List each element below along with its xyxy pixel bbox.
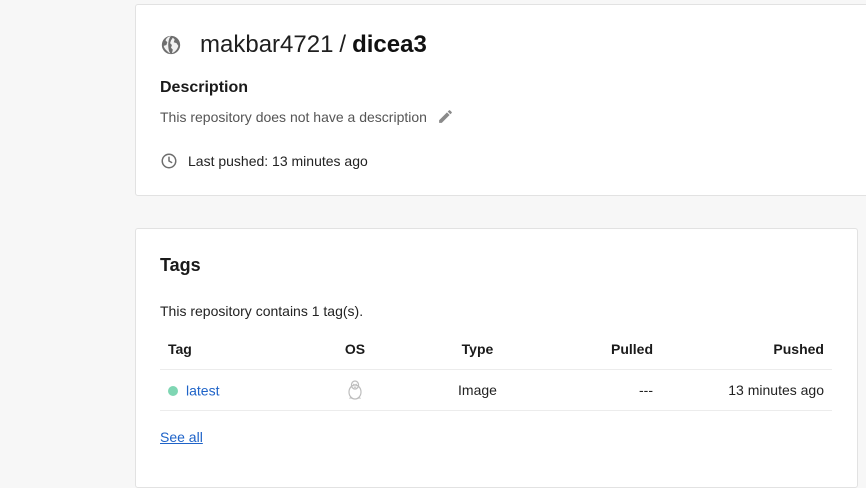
linux-icon <box>347 380 363 400</box>
table-row: latest Image --- 13 minutes ago <box>160 369 832 411</box>
tag-link-latest[interactable]: latest <box>186 383 219 399</box>
repository-name: dicea3 <box>352 31 427 58</box>
tags-summary: This repository contains 1 tag(s). <box>160 303 364 319</box>
tag-cell: latest <box>160 369 288 411</box>
type-cell: Image <box>422 369 533 411</box>
repository-info-card: makbar4721 / dicea3 Description This rep… <box>135 4 866 196</box>
repository-title: makbar4721 / dicea3 <box>160 31 427 59</box>
description-row: This repository does not have a descript… <box>160 108 454 125</box>
description-text: This repository does not have a descript… <box>160 108 427 125</box>
column-header-tag: Tag <box>160 329 288 370</box>
tags-heading: Tags <box>160 255 201 275</box>
column-header-pushed: Pushed <box>661 329 832 370</box>
tag-status-dot <box>168 385 178 396</box>
column-header-pulled: Pulled <box>533 329 661 370</box>
last-pushed-text: Last pushed: 13 minutes ago <box>188 153 368 169</box>
repository-separator: / <box>339 31 347 58</box>
description-heading: Description <box>160 79 249 96</box>
tags-table: Tag OS Type Pulled Pushed latest Image -… <box>160 329 832 411</box>
last-pushed-row: Last pushed: 13 minutes ago <box>160 152 368 170</box>
tags-card: Tags This repository contains 1 tag(s). … <box>135 228 858 488</box>
pencil-icon[interactable] <box>437 108 454 125</box>
clock-icon <box>160 152 178 170</box>
pushed-cell: 13 minutes ago <box>661 369 832 411</box>
os-cell <box>288 369 422 411</box>
tags-table-header: Tag OS Type Pulled Pushed <box>160 329 832 370</box>
pulled-cell: --- <box>533 369 661 411</box>
globe-icon <box>160 34 182 56</box>
column-header-os: OS <box>288 329 422 370</box>
see-all-link[interactable]: See all <box>160 429 203 445</box>
column-header-type: Type <box>422 329 533 370</box>
repository-owner[interactable]: makbar4721 <box>200 31 333 59</box>
